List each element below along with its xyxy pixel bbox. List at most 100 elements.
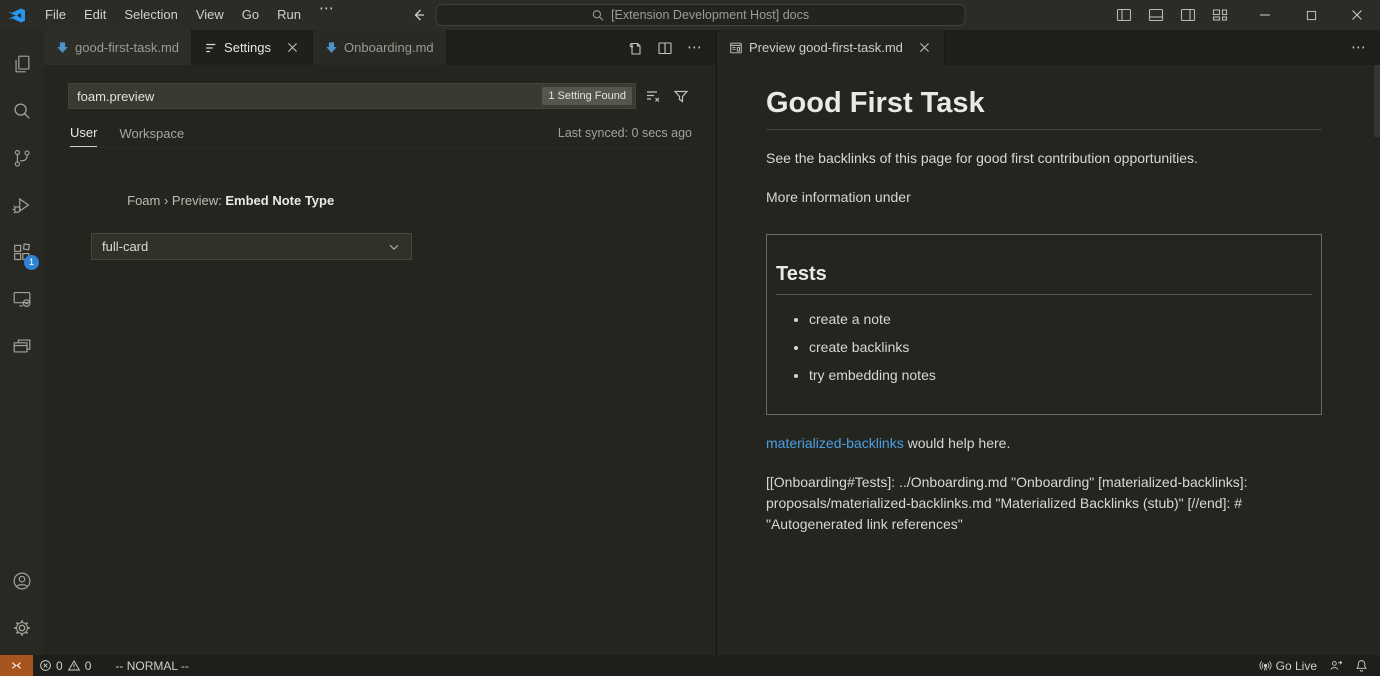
settings-editor: 1 Setting Found User Workspace Last sync… [44, 65, 716, 655]
command-center-text: [Extension Development Host] docs [611, 8, 809, 22]
chevron-down-icon [387, 240, 401, 254]
go-live-label: Go Live [1276, 659, 1317, 673]
run-debug-icon[interactable] [0, 181, 44, 228]
tab-good-first-task[interactable]: good-first-task.md [44, 30, 192, 65]
vscode-logo-icon [9, 7, 26, 24]
setting-name: Embed Note Type [225, 193, 334, 208]
preview-more-info: More information under [766, 187, 1322, 208]
command-center-search[interactable]: [Extension Development Host] docs [436, 4, 966, 26]
markdown-preview-icon [729, 41, 743, 55]
tab-label: Onboarding.md [344, 40, 434, 55]
link-references-paragraph: [[Onboarding#Tests]: ../Onboarding.md "O… [766, 472, 1322, 535]
title-bar: File Edit Selection View Go Run ⋯ [Exten… [0, 0, 1380, 30]
search-icon [592, 9, 605, 22]
error-count: 0 [56, 659, 63, 673]
window-controls [1102, 0, 1380, 30]
menu-file[interactable]: File [36, 4, 75, 26]
editor-group-right: Preview good-first-task.md ⋯ Good First … [717, 30, 1380, 655]
menu-more-icon[interactable]: ⋯ [310, 4, 344, 26]
search-sidebar-icon[interactable] [0, 87, 44, 134]
setting-category: Foam › Preview: [127, 193, 225, 208]
extensions-badge: 1 [24, 255, 39, 270]
menu-selection[interactable]: Selection [115, 4, 186, 26]
warning-count: 0 [85, 659, 92, 673]
workbench: 1 good-first-ta [0, 30, 1380, 655]
last-synced-status: Last synced: 0 secs ago [558, 126, 692, 146]
status-bar-right: Go Live [1253, 655, 1380, 676]
notifications-bell-icon[interactable] [1349, 655, 1374, 676]
maximize-button[interactable] [1288, 0, 1334, 30]
menu-bar: File Edit Selection View Go Run ⋯ [36, 4, 344, 26]
selected-value: full-card [102, 239, 148, 254]
filter-settings-icon[interactable] [670, 85, 692, 107]
backlink-paragraph: materialized-backlinks would help here. [766, 433, 1322, 454]
list-item: create backlinks [809, 337, 1312, 359]
embed-note-type-select[interactable]: full-card [91, 233, 412, 260]
settings-results-badge: 1 Setting Found [542, 87, 632, 105]
backlink-text: would help here. [904, 435, 1011, 451]
remote-explorer-icon[interactable] [0, 275, 44, 322]
error-icon [39, 659, 52, 672]
warning-icon [67, 659, 81, 672]
panel-windows-icon[interactable] [0, 322, 44, 369]
markdown-preview: Good First Task See the backlinks of thi… [717, 65, 1380, 655]
clear-settings-search-icon[interactable] [642, 85, 664, 107]
go-live-button[interactable]: Go Live [1253, 655, 1323, 676]
activity-bar: 1 [0, 30, 44, 655]
tab-bar-right: Preview good-first-task.md ⋯ [717, 30, 1380, 65]
embed-rule [776, 294, 1312, 295]
settings-gear-icon[interactable] [0, 604, 44, 651]
editor-actions-right: ⋯ [1346, 30, 1380, 65]
feedback-icon[interactable] [1323, 655, 1349, 676]
setting-embed-note-type: Foam › Preview: Embed Note Type full-car… [91, 178, 692, 260]
menu-run[interactable]: Run [268, 4, 310, 26]
accounts-icon[interactable] [0, 557, 44, 604]
menu-go[interactable]: Go [233, 4, 268, 26]
minimize-button[interactable] [1242, 0, 1288, 30]
source-control-icon[interactable] [0, 134, 44, 181]
scope-tab-user[interactable]: User [70, 125, 97, 147]
close-tab-icon[interactable] [917, 40, 932, 55]
tab-label: good-first-task.md [75, 40, 179, 55]
more-actions-icon[interactable]: ⋯ [1346, 35, 1372, 61]
markdown-file-icon [325, 41, 338, 54]
embed-title: Tests [776, 263, 1312, 286]
tab-settings[interactable]: Settings [192, 30, 313, 65]
preview-scrollbar[interactable] [1374, 65, 1380, 137]
back-arrow-icon[interactable] [410, 7, 426, 23]
settings-search-box: 1 Setting Found [68, 83, 636, 109]
customize-layout-icon[interactable] [1212, 7, 1228, 23]
settings-scope-tabs: User Workspace Last synced: 0 secs ago [68, 125, 692, 148]
menu-edit[interactable]: Edit [75, 4, 115, 26]
materialized-backlinks-link[interactable]: materialized-backlinks [766, 435, 904, 451]
open-settings-json-icon[interactable] [622, 35, 648, 61]
more-actions-icon[interactable]: ⋯ [682, 35, 708, 61]
toggle-sidebar-icon[interactable] [1116, 7, 1132, 23]
vim-mode-indicator[interactable]: -- NORMAL -- [109, 655, 195, 676]
status-bar: 0 0 -- NORMAL -- Go Live [0, 655, 1380, 676]
tab-onboarding[interactable]: Onboarding.md [313, 30, 447, 65]
close-window-button[interactable] [1334, 0, 1380, 30]
tab-label: Preview good-first-task.md [749, 40, 903, 55]
remote-indicator[interactable] [0, 655, 33, 676]
split-editor-icon[interactable] [652, 35, 678, 61]
explorer-icon[interactable] [0, 40, 44, 87]
extensions-icon[interactable]: 1 [0, 228, 44, 275]
scope-tab-workspace[interactable]: Workspace [119, 126, 184, 147]
tab-label: Settings [224, 40, 271, 55]
embedded-note-card: Tests create a note create backlinks try… [766, 234, 1322, 415]
list-item: try embedding notes [809, 365, 1312, 387]
menu-view[interactable]: View [187, 4, 233, 26]
list-item: create a note [809, 309, 1312, 331]
toggle-panel-icon[interactable] [1148, 7, 1164, 23]
tab-bar-left: good-first-task.md Settings Onboarding.m… [44, 30, 716, 65]
broadcast-icon [1259, 659, 1272, 672]
toggle-secondary-sidebar-icon[interactable] [1180, 7, 1196, 23]
settings-list-icon [204, 41, 218, 55]
preview-intro: See the backlinks of this page for good … [766, 148, 1322, 169]
problems-status[interactable]: 0 0 [33, 655, 97, 676]
preview-title: Good First Task [766, 85, 1322, 121]
tab-preview-good-first-task[interactable]: Preview good-first-task.md [717, 30, 945, 65]
editor-group-left: good-first-task.md Settings Onboarding.m… [44, 30, 716, 655]
close-tab-icon[interactable] [285, 40, 300, 55]
